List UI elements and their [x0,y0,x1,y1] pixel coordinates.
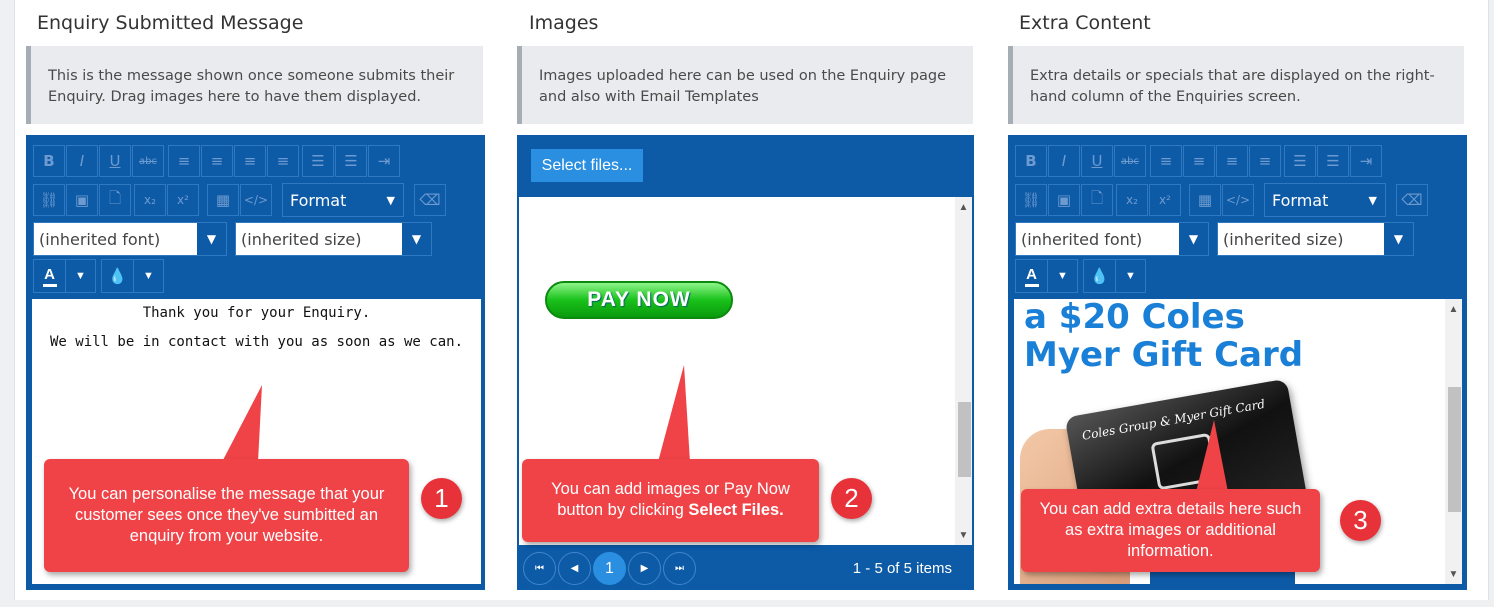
callout-2: You can add images or Pay Now button by … [522,459,819,542]
callout-2-pointer [658,365,690,462]
callout-3: You can add extra details here such as e… [1021,489,1320,572]
callout-1-pointer [222,385,262,462]
step-number-1: 1 [421,478,462,519]
callout-2-bold: Select Files. [688,501,784,519]
step-number-3: 3 [1340,500,1381,541]
callout-1: You can personalise the message that you… [44,459,409,572]
step-number-2: 2 [831,478,872,519]
callout-3-pointer [1196,420,1228,492]
